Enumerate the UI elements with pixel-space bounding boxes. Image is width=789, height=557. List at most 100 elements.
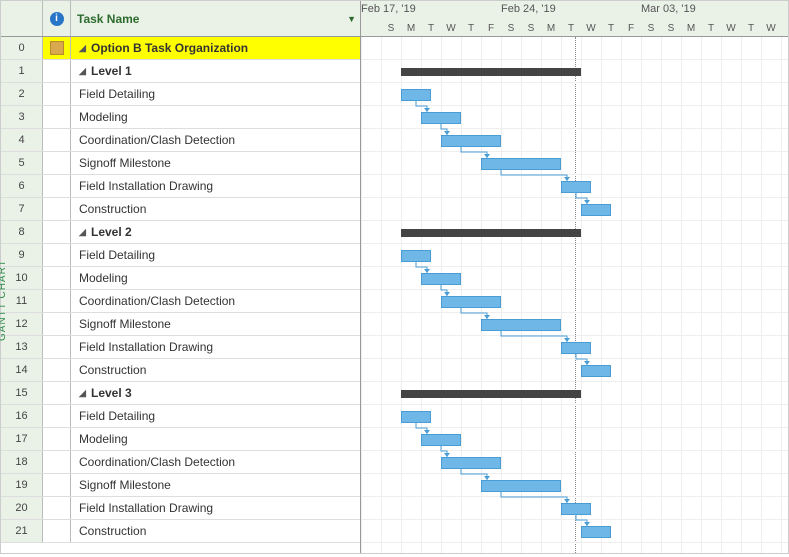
task-row[interactable]: 10Modeling	[1, 267, 360, 290]
task-name-cell[interactable]: Field Detailing	[71, 83, 360, 105]
chart-body[interactable]	[361, 37, 788, 553]
task-name-cell[interactable]: Field Detailing	[71, 244, 360, 266]
timeline-header[interactable]: SMTWTFSSMTWTFSSMTWTW Feb 17, '19Feb 24, …	[361, 1, 788, 37]
indicator-cell	[43, 382, 71, 404]
task-row[interactable]: 11Coordination/Clash Detection	[1, 290, 360, 313]
task-row[interactable]: 18 Coordination/Clash Detection	[1, 451, 360, 474]
task-name-cell[interactable]: ◢Level 2	[71, 221, 360, 243]
task-bar[interactable]	[561, 342, 591, 354]
task-bar[interactable]	[581, 526, 611, 538]
collapse-icon[interactable]: ◢	[79, 66, 87, 77]
note-icon[interactable]	[50, 41, 64, 55]
task-row[interactable]: 13Field Installation Drawing	[1, 336, 360, 359]
task-name-header[interactable]: Task Name ▼	[71, 1, 360, 36]
summary-bar[interactable]	[401, 390, 581, 398]
row-number[interactable]: 14	[1, 359, 43, 381]
row-number[interactable]: 0	[1, 37, 43, 59]
task-row[interactable]: 6 Field Installation Drawing	[1, 175, 360, 198]
row-number[interactable]: 18	[1, 451, 43, 473]
row-number[interactable]: 8	[1, 221, 43, 243]
task-bar[interactable]	[441, 135, 501, 147]
task-row[interactable]: 5 Signoff Milestone	[1, 152, 360, 175]
chevron-down-icon[interactable]: ▼	[347, 14, 356, 24]
task-name-cell[interactable]: Signoff Milestone	[71, 474, 360, 496]
task-row[interactable]: 4 Coordination/Clash Detection	[1, 129, 360, 152]
task-bar[interactable]	[481, 158, 561, 170]
task-bar[interactable]	[581, 365, 611, 377]
summary-bar[interactable]	[401, 68, 581, 76]
task-bar[interactable]	[421, 273, 461, 285]
month-label: Feb 17, '19	[361, 3, 416, 15]
task-bar[interactable]	[401, 89, 431, 101]
indicator-header[interactable]: i	[43, 1, 71, 36]
task-row[interactable]: 9Field Detailing	[1, 244, 360, 267]
task-name-label: Modeling	[79, 271, 128, 285]
row-number[interactable]: 3	[1, 106, 43, 128]
task-name-cell[interactable]: Coordination/Clash Detection	[71, 290, 360, 312]
task-row[interactable]: 14 Construction	[1, 359, 360, 382]
row-number[interactable]: 4	[1, 129, 43, 151]
task-bar[interactable]	[441, 457, 501, 469]
task-row[interactable]: 21 Construction	[1, 520, 360, 543]
chart-row	[361, 313, 788, 336]
row-number-header[interactable]	[1, 1, 43, 36]
task-name-cell[interactable]: Modeling	[71, 106, 360, 128]
task-bar[interactable]	[401, 250, 431, 262]
task-row[interactable]: 8 ◢Level 2	[1, 221, 360, 244]
task-row[interactable]: 15 ◢Level 3	[1, 382, 360, 405]
task-bar[interactable]	[421, 434, 461, 446]
row-number[interactable]: 7	[1, 198, 43, 220]
task-name-cell[interactable]: Field Detailing	[71, 405, 360, 427]
task-name-cell[interactable]: ◢Level 3	[71, 382, 360, 404]
task-row[interactable]: 1 ◢Level 1	[1, 60, 360, 83]
task-row[interactable]: 12Signoff Milestone	[1, 313, 360, 336]
summary-bar[interactable]	[401, 229, 581, 237]
task-name-cell[interactable]: Coordination/Clash Detection	[71, 451, 360, 473]
task-bar[interactable]	[481, 480, 561, 492]
task-row[interactable]: 20 Field Installation Drawing	[1, 497, 360, 520]
row-number[interactable]: 5	[1, 152, 43, 174]
task-name-cell[interactable]: Modeling	[71, 428, 360, 450]
row-number[interactable]: 16	[1, 405, 43, 427]
task-name-cell[interactable]: Construction	[71, 359, 360, 381]
task-row[interactable]: 2 Field Detailing	[1, 83, 360, 106]
task-name-cell[interactable]: Field Installation Drawing	[71, 497, 360, 519]
task-row[interactable]: 3 Modeling	[1, 106, 360, 129]
task-bar[interactable]	[401, 411, 431, 423]
task-name-cell[interactable]: ◢Level 1	[71, 60, 360, 82]
collapse-icon[interactable]: ◢	[79, 227, 87, 238]
day-label: T	[701, 23, 721, 34]
row-number[interactable]: 20	[1, 497, 43, 519]
task-name-cell[interactable]: Modeling	[71, 267, 360, 289]
task-bar[interactable]	[441, 296, 501, 308]
task-bar[interactable]	[561, 181, 591, 193]
sidebar-title: GANTT CHART	[0, 259, 8, 341]
task-name-cell[interactable]: Coordination/Clash Detection	[71, 129, 360, 151]
task-name-cell[interactable]: Field Installation Drawing	[71, 175, 360, 197]
task-bar[interactable]	[581, 204, 611, 216]
row-number[interactable]: 1	[1, 60, 43, 82]
task-name-cell[interactable]: Field Installation Drawing	[71, 336, 360, 358]
task-row[interactable]: 17 Modeling	[1, 428, 360, 451]
task-name-cell[interactable]: Construction	[71, 198, 360, 220]
row-number[interactable]: 21	[1, 520, 43, 542]
task-name-cell[interactable]: Signoff Milestone	[71, 152, 360, 174]
task-bar[interactable]	[561, 503, 591, 515]
task-row[interactable]: 16 Field Detailing	[1, 405, 360, 428]
task-row[interactable]: 19 Signoff Milestone	[1, 474, 360, 497]
indicator-cell	[43, 267, 71, 289]
task-name-cell[interactable]: Construction	[71, 520, 360, 542]
row-number[interactable]: 15	[1, 382, 43, 404]
task-row[interactable]: 0 ◢Option B Task Organization	[1, 37, 360, 60]
collapse-icon[interactable]: ◢	[79, 388, 87, 399]
task-bar[interactable]	[481, 319, 561, 331]
row-number[interactable]: 2	[1, 83, 43, 105]
task-name-cell[interactable]: ◢Option B Task Organization	[71, 37, 360, 59]
row-number[interactable]: 19	[1, 474, 43, 496]
task-name-cell[interactable]: Signoff Milestone	[71, 313, 360, 335]
row-number[interactable]: 6	[1, 175, 43, 197]
task-row[interactable]: 7 Construction	[1, 198, 360, 221]
task-bar[interactable]	[421, 112, 461, 124]
collapse-icon[interactable]: ◢	[79, 43, 87, 54]
row-number[interactable]: 17	[1, 428, 43, 450]
